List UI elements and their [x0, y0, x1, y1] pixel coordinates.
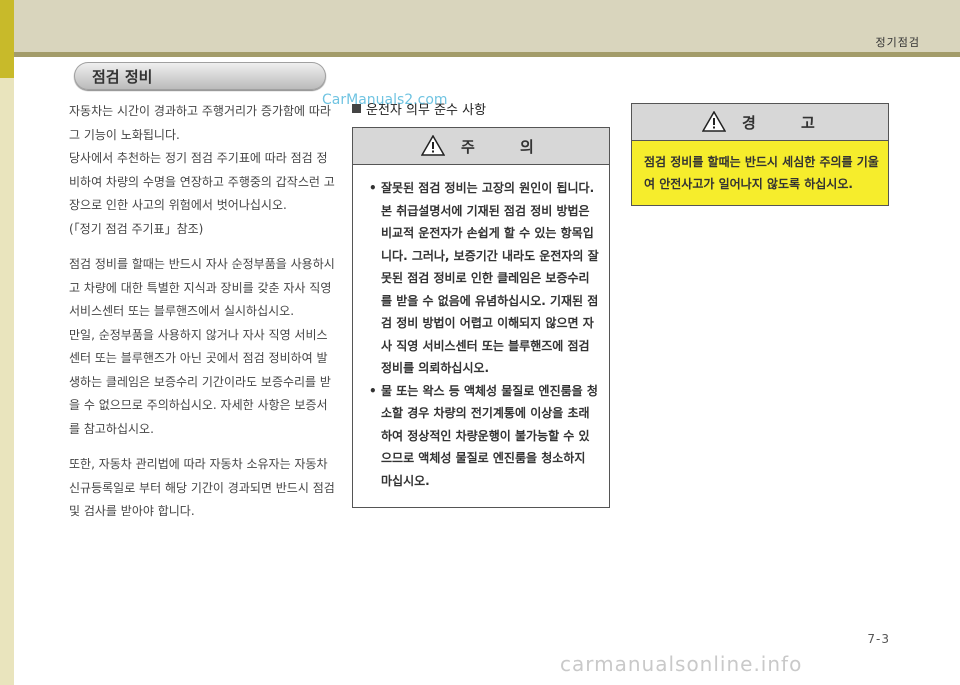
paragraph: 만일, 순정부품을 사용하지 않거나 자사 직영 서비스센터 또는 블루핸즈가 …: [69, 327, 331, 436]
warning-title: 경 고: [742, 114, 835, 132]
body-text: 자동차는 시간이 경과하고 주행거리가 증가함에 따라 그 기능이 노화됩니다.…: [69, 100, 335, 524]
warning-triangle-icon: [701, 110, 727, 136]
list-item-text: 물 또는 왁스 등 액체성 물질로 엔진룸을 청소할 경우 차량의 전기계통에 …: [381, 383, 598, 488]
caution-title: 주 의: [461, 138, 554, 156]
chapter-title: 정기점검: [875, 36, 920, 49]
left-margin-accent: [0, 0, 14, 78]
warning-box: 경 고 점검 정비를 할때는 반드시 세심한 주의를 기울여 안전사고가 일어나…: [631, 103, 889, 206]
paragraph: 자동차는 시간이 경과하고 주행거리가 증가함에 따라 그 기능이 노화됩니다.: [69, 104, 331, 142]
caution-header: 주 의: [353, 128, 609, 165]
left-margin-bar: [0, 0, 14, 685]
header-divider: [14, 52, 960, 57]
watermark-logo: CarManuals2.com: [322, 92, 448, 108]
page-number: 7-3: [867, 632, 890, 646]
page-header: [14, 0, 960, 52]
warning-text: 점검 정비를 할때는 반드시 세심한 주의를 기울여 안전사고가 일어나지 않도…: [644, 155, 879, 191]
section-pill-label: 점검 정비: [92, 68, 153, 86]
caution-list: • 잘못된 점검 정비는 고장의 원인이 됩니다. 본 취급설명서에 기재된 점검…: [353, 165, 609, 492]
warning-triangle-icon: [420, 134, 446, 160]
list-item-text: 잘못된 점검 정비는 고장의 원인이 됩니다. 본 취급설명서에 기재된 점검 …: [381, 181, 599, 375]
paragraph: (「정기 점검 주기표」참조): [69, 221, 204, 236]
warning-header: 경 고: [632, 104, 888, 141]
paragraph: 당사에서 추천하는 정기 점검 주기표에 따라 점검 정비하여 차량의 수명을 …: [69, 151, 335, 212]
section-pill: 점검 정비: [74, 62, 326, 90]
paragraph: 또한, 자동차 관리법에 따라 자동차 소유자는 자동차 신규등록일로 부터 해…: [69, 457, 335, 518]
footer-watermark: carmanualsonline.info: [560, 652, 803, 676]
caution-box: 주 의 • 잘못된 점검 정비는 고장의 원인이 됩니다. 본 취급설명서에 기재…: [352, 127, 610, 508]
list-item: • 잘못된 점검 정비는 고장의 원인이 됩니다. 본 취급설명서에 기재된 점검…: [369, 181, 599, 375]
paragraph: 점검 정비를 할때는 반드시 자사 순정부품을 사용하시고 차량에 대한 특별한…: [69, 257, 335, 318]
list-item: • 물 또는 왁스 등 액체성 물질로 엔진룸을 청소할 경우 차량의 전기계통에…: [369, 383, 598, 488]
